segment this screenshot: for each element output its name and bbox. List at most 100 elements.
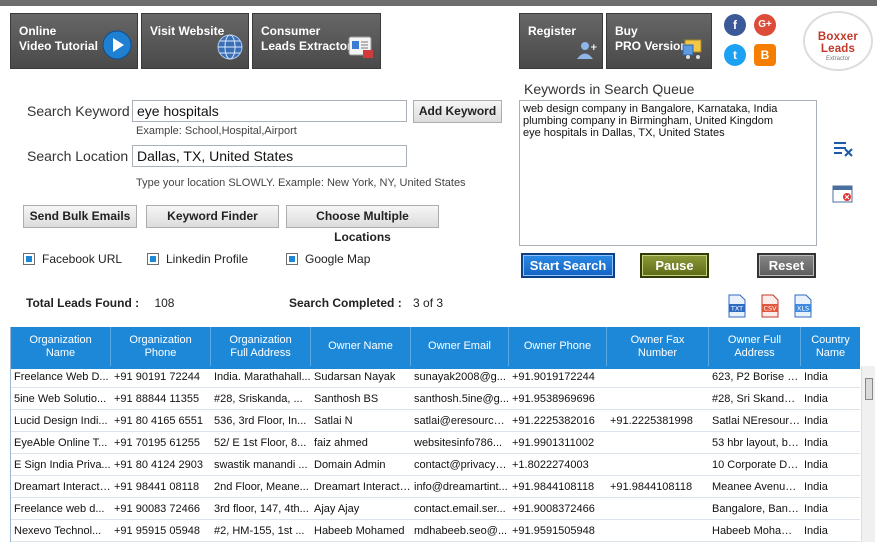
column-header[interactable]: Organization Name bbox=[11, 327, 111, 366]
table-cell[interactable]: 52/ E 1st Floor, 8... bbox=[211, 432, 311, 454]
table-cell[interactable]: faiz ahmed bbox=[311, 432, 411, 454]
table-cell[interactable]: +91.9538969696 bbox=[509, 388, 607, 410]
table-cell[interactable]: 10 Corporate Driv... bbox=[709, 454, 801, 476]
column-header[interactable]: Owner Full Address bbox=[709, 327, 801, 366]
table-cell[interactable] bbox=[607, 432, 709, 454]
table-cell[interactable]: India bbox=[801, 432, 860, 454]
keyword-finder-button[interactable]: Keyword Finder bbox=[146, 205, 279, 228]
table-vertical-scrollbar[interactable] bbox=[861, 366, 875, 542]
table-cell[interactable]: India bbox=[801, 366, 860, 388]
search-location-input[interactable]: Dallas, TX, United States bbox=[132, 145, 407, 167]
column-header[interactable]: Organization Full Address bbox=[211, 327, 311, 366]
table-cell[interactable] bbox=[607, 366, 709, 388]
table-cell[interactable]: +91 88844 11355 bbox=[111, 388, 211, 410]
reset-button[interactable]: Reset bbox=[757, 253, 816, 278]
queue-item[interactable]: eye hospitals in Dallas, TX, United Stat… bbox=[523, 127, 813, 139]
table-cell[interactable]: #28, Sri Skanda, ... bbox=[709, 388, 801, 410]
table-cell[interactable]: 3rd floor, 147, 4th... bbox=[211, 498, 311, 520]
table-cell[interactable] bbox=[607, 454, 709, 476]
table-cell[interactable]: santhosh.5ine@g... bbox=[411, 388, 509, 410]
table-cell[interactable]: satlai@eresourcei... bbox=[411, 410, 509, 432]
table-cell[interactable]: +91 90083 72466 bbox=[111, 498, 211, 520]
table-cell[interactable] bbox=[607, 520, 709, 542]
table-cell[interactable]: Santhosh BS bbox=[311, 388, 411, 410]
table-row[interactable]: EyeAble Online T... +91 70195 61255 52/ E … bbox=[11, 432, 860, 454]
table-cell[interactable]: India bbox=[801, 410, 860, 432]
table-cell[interactable]: +91 70195 61255 bbox=[111, 432, 211, 454]
column-header[interactable]: Organization Phone bbox=[111, 327, 211, 366]
facebook-icon[interactable]: f bbox=[724, 14, 746, 36]
table-cell[interactable]: contact.email.ser... bbox=[411, 498, 509, 520]
table-cell[interactable]: +91 98441 08118 bbox=[111, 476, 211, 498]
table-cell[interactable]: Sudarsan Nayak bbox=[311, 366, 411, 388]
table-cell[interactable]: Satlai NEresourc... bbox=[709, 410, 801, 432]
table-cell[interactable]: Habeeb Mohamed... bbox=[709, 520, 801, 542]
table-cell[interactable]: Domain Admin bbox=[311, 454, 411, 476]
table-cell[interactable]: India. Marathahall... bbox=[211, 366, 311, 388]
table-cell[interactable]: Meanee Avenue ... bbox=[709, 476, 801, 498]
table-cell[interactable]: Dreamart Interacti... bbox=[11, 476, 111, 498]
scrollbar-thumb[interactable] bbox=[865, 378, 873, 400]
table-cell[interactable]: #28, Sriskanda, ... bbox=[211, 388, 311, 410]
start-search-button[interactable]: Start Search bbox=[521, 253, 615, 278]
blogger-icon[interactable]: B bbox=[754, 44, 776, 66]
column-header[interactable]: Owner Fax Number bbox=[607, 327, 709, 366]
table-cell[interactable]: Ajay Ajay bbox=[311, 498, 411, 520]
table-cell[interactable]: India bbox=[801, 476, 860, 498]
visit-website-button[interactable]: Visit Website bbox=[141, 13, 249, 69]
leads-table[interactable]: Organization Name Organization Phone Organ… bbox=[10, 327, 860, 542]
video-tutorial-button[interactable]: Online Video Tutorial bbox=[10, 13, 138, 69]
column-header[interactable]: Owner Phone bbox=[509, 327, 607, 366]
keyword-queue-list[interactable]: web design company in Bangalore, Karnata… bbox=[519, 100, 817, 246]
table-cell[interactable]: +1.8022274003 bbox=[509, 454, 607, 476]
consumer-leads-extractor-button[interactable]: Consumer Leads Extractor bbox=[252, 13, 381, 69]
clear-list-icon[interactable] bbox=[832, 139, 854, 162]
table-row[interactable]: Freelance web d... +91 90083 72466 3rd flo… bbox=[11, 498, 860, 520]
table-cell[interactable]: +91 90191 72244 bbox=[111, 366, 211, 388]
table-cell[interactable]: +91.9844108118 bbox=[509, 476, 607, 498]
column-header[interactable]: Country Name bbox=[801, 327, 860, 366]
choose-multiple-locations-button[interactable]: Choose Multiple Locations bbox=[286, 205, 439, 244]
queue-item[interactable]: plumbing company in Birmingham, United K… bbox=[523, 115, 813, 127]
table-cell[interactable]: info@dreamartint... bbox=[411, 476, 509, 498]
table-cell[interactable]: mdhabeeb.seo@... bbox=[411, 520, 509, 542]
table-cell[interactable] bbox=[607, 388, 709, 410]
table-cell[interactable]: 623, P2 Borise C... bbox=[709, 366, 801, 388]
table-cell[interactable]: India bbox=[801, 388, 860, 410]
google-plus-icon[interactable]: G+ bbox=[754, 14, 776, 36]
table-cell[interactable]: 536, 3rd Floor, In... bbox=[211, 410, 311, 432]
table-cell[interactable]: +91 95915 05948 bbox=[111, 520, 211, 542]
table-cell[interactable]: +91.9008372466 bbox=[509, 498, 607, 520]
table-cell[interactable]: websitesinfo786... bbox=[411, 432, 509, 454]
export-txt-icon[interactable]: TXT bbox=[727, 294, 747, 318]
export-csv-icon[interactable]: CSV bbox=[760, 294, 780, 318]
table-cell[interactable]: +91 80 4124 2903 bbox=[111, 454, 211, 476]
table-cell[interactable]: India bbox=[801, 454, 860, 476]
table-cell[interactable]: +91.9591505948 bbox=[509, 520, 607, 542]
table-cell[interactable]: 2nd Floor, Meane... bbox=[211, 476, 311, 498]
table-cell[interactable]: +91 80 4165 6551 bbox=[111, 410, 211, 432]
table-cell[interactable]: #2, HM-155, 1st ... bbox=[211, 520, 311, 542]
table-cell[interactable]: +91.9901311002 bbox=[509, 432, 607, 454]
table-cell[interactable]: Freelance Web D... bbox=[11, 366, 111, 388]
table-cell[interactable]: Bangalore, Banga... bbox=[709, 498, 801, 520]
google-map-checkbox[interactable] bbox=[286, 253, 298, 265]
table-cell[interactable]: India bbox=[801, 498, 860, 520]
table-cell[interactable]: +91.9019172244 bbox=[509, 366, 607, 388]
table-cell[interactable]: Freelance web d... bbox=[11, 498, 111, 520]
table-cell[interactable]: swastik manandi ... bbox=[211, 454, 311, 476]
table-cell[interactable]: Nexevo Technol... bbox=[11, 520, 111, 542]
table-cell[interactable]: sunayak2008@g... bbox=[411, 366, 509, 388]
buy-pro-button[interactable]: Buy PRO Version bbox=[606, 13, 712, 69]
table-row[interactable]: 5ine Web Solutio... +91 88844 11355 #28, S… bbox=[11, 388, 860, 410]
register-button[interactable]: Register + bbox=[519, 13, 603, 69]
table-cell[interactable]: E Sign India Priva... bbox=[11, 454, 111, 476]
export-xls-icon[interactable]: XLS bbox=[793, 294, 813, 318]
table-cell[interactable]: +91.2225382016 bbox=[509, 410, 607, 432]
twitter-icon[interactable]: t bbox=[724, 44, 746, 66]
send-bulk-emails-button[interactable]: Send Bulk Emails bbox=[23, 205, 137, 228]
table-cell[interactable]: India bbox=[801, 520, 860, 542]
facebook-url-checkbox[interactable] bbox=[23, 253, 35, 265]
pause-button[interactable]: Pause bbox=[640, 253, 709, 278]
table-cell[interactable]: EyeAble Online T... bbox=[11, 432, 111, 454]
